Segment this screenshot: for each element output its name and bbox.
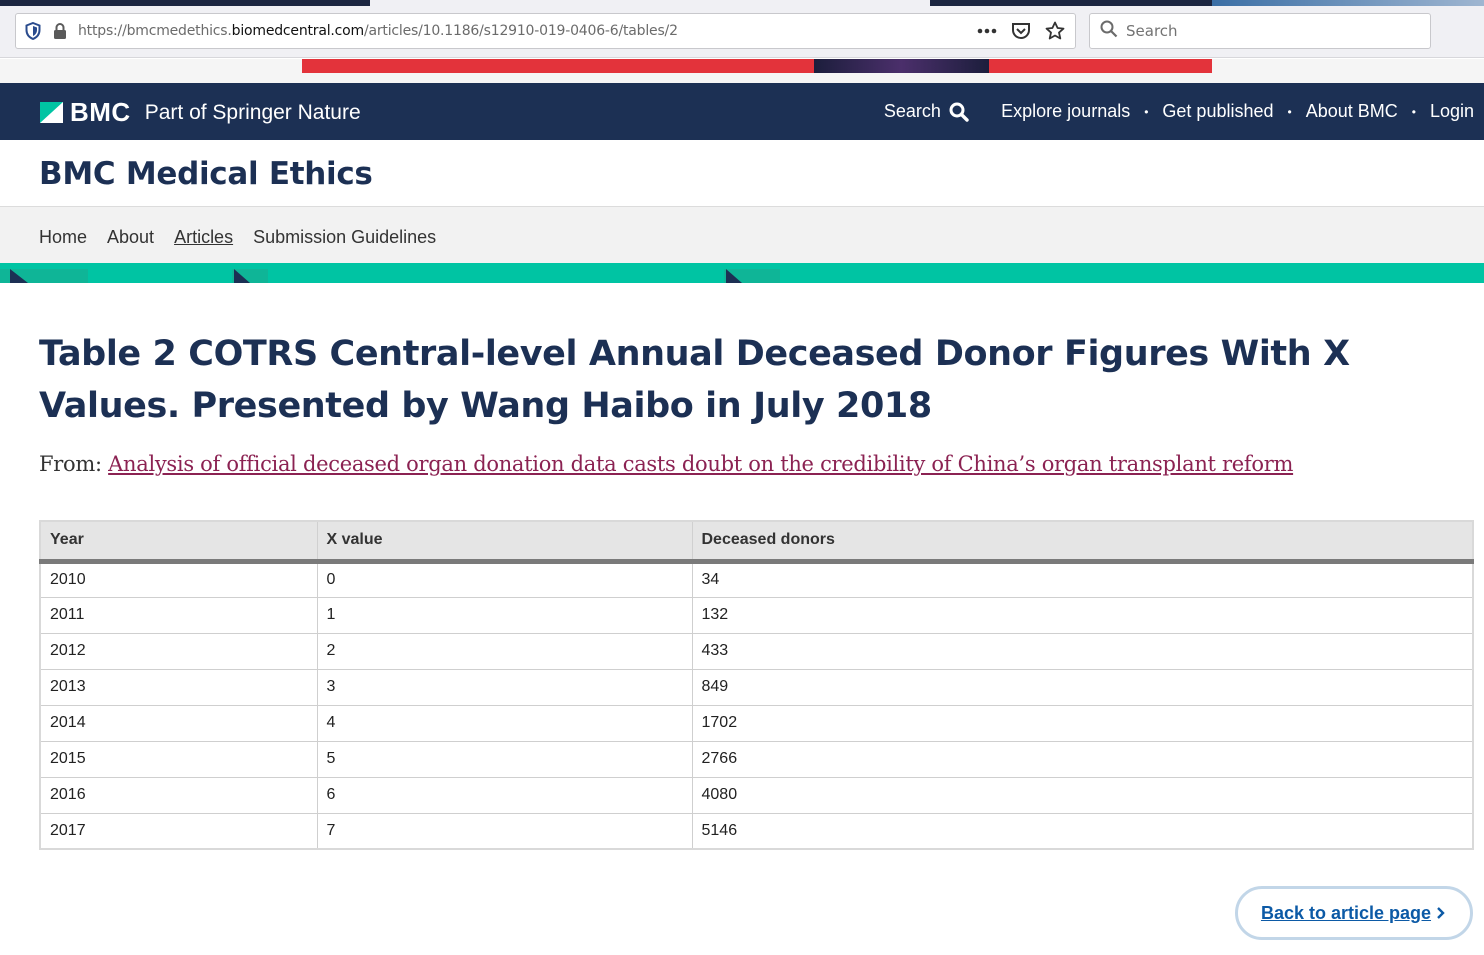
- star-icon[interactable]: [1045, 21, 1065, 41]
- journal-header: BMC Medical Ethics: [0, 140, 1484, 207]
- address-bar[interactable]: https://bmcmedethics.biomedcentral.com/a…: [15, 13, 1076, 49]
- x-value-cell: 4: [317, 705, 693, 742]
- x-value-cell: 1: [317, 597, 693, 634]
- x-value-cell: 7: [317, 813, 693, 850]
- bmc-logo[interactable]: BMC Part of Springer Nature: [40, 97, 361, 128]
- header-search-link[interactable]: Search: [884, 101, 969, 122]
- about-bmc-link[interactable]: About BMC: [1306, 101, 1398, 122]
- source-article: From: Analysis of official deceased orga…: [39, 452, 1293, 476]
- table-header-row: Year X value Deceased donors: [40, 521, 1474, 564]
- year-cell: 2013: [40, 669, 318, 706]
- nav-submission-guidelines[interactable]: Submission Guidelines: [253, 227, 436, 247]
- login-link[interactable]: Login: [1430, 101, 1474, 122]
- year-cell: 2015: [40, 741, 318, 778]
- table-row: 2012 2 433: [40, 633, 1474, 670]
- journal-title[interactable]: BMC Medical Ethics: [39, 156, 373, 192]
- year-cell: 2012: [40, 633, 318, 670]
- year-cell: 2017: [40, 813, 318, 850]
- column-header-x-value: X value: [317, 521, 693, 564]
- nav-separator: •: [1411, 104, 1416, 119]
- x-value-cell: 5: [317, 741, 693, 778]
- x-value-cell: 2: [317, 633, 693, 670]
- browser-toolbar: https://bmcmedethics.biomedcentral.com/a…: [0, 6, 1484, 58]
- more-icon[interactable]: [977, 28, 997, 34]
- donors-cell: 132: [692, 597, 1474, 634]
- donors-cell: 1702: [692, 705, 1474, 742]
- search-icon: [1100, 20, 1118, 43]
- bmc-logo-mark: [40, 102, 63, 123]
- browser-search-box[interactable]: [1089, 13, 1431, 49]
- table-row: 2014 4 1702: [40, 705, 1474, 742]
- year-cell: 2010: [40, 561, 318, 598]
- nav-home[interactable]: Home: [39, 227, 87, 247]
- data-table: Year X value Deceased donors 2010 0 34 201…: [39, 520, 1474, 850]
- from-label: From:: [39, 452, 102, 476]
- year-cell: 2014: [40, 705, 318, 742]
- source-article-link[interactable]: Analysis of official deceased organ dona…: [108, 452, 1293, 476]
- table-row: 2011 1 132: [40, 597, 1474, 634]
- column-header-deceased-donors: Deceased donors: [692, 521, 1474, 564]
- year-cell: 2011: [40, 597, 318, 634]
- column-header-year: Year: [40, 521, 318, 564]
- back-button-label: Back to article page: [1260, 902, 1432, 923]
- year-cell: 2016: [40, 777, 318, 814]
- donors-cell: 4080: [692, 777, 1474, 814]
- ad-zone: [0, 59, 1484, 83]
- x-value-cell: 6: [317, 777, 693, 814]
- url-text[interactable]: https://bmcmedethics.biomedcentral.com/a…: [70, 23, 977, 39]
- table-row: 2010 0 34: [40, 561, 1474, 598]
- nav-about[interactable]: About: [107, 227, 154, 247]
- browser-search-input[interactable]: [1126, 22, 1406, 40]
- table-row: 2013 3 849: [40, 669, 1474, 706]
- donors-cell: 34: [692, 561, 1474, 598]
- brand-subtitle: Part of Springer Nature: [144, 100, 361, 124]
- site-header: BMC Part of Springer Nature Search • Exp…: [0, 83, 1484, 140]
- table-row: 2016 6 4080: [40, 777, 1474, 814]
- advertisement-image: [814, 59, 989, 73]
- pocket-icon[interactable]: [1011, 22, 1031, 40]
- donors-cell: 849: [692, 669, 1474, 706]
- x-value-cell: 0: [317, 561, 693, 598]
- donors-cell: 5146: [692, 813, 1474, 850]
- nav-separator: •: [1287, 104, 1292, 119]
- x-value-cell: 3: [317, 669, 693, 706]
- decorative-band: [0, 263, 1484, 283]
- nav-articles[interactable]: Articles: [174, 227, 233, 247]
- donors-cell: 433: [692, 633, 1474, 670]
- journal-nav: Home About Articles Submission Guideline…: [0, 207, 1484, 263]
- table-row: 2017 7 5146: [40, 813, 1474, 850]
- search-icon: [949, 102, 969, 122]
- nav-separator: •: [1144, 104, 1149, 119]
- donors-cell: 2766: [692, 741, 1474, 778]
- explore-journals-link[interactable]: Explore journals: [1001, 101, 1130, 122]
- chevron-right-icon: [1437, 907, 1445, 919]
- get-published-link[interactable]: Get published: [1162, 101, 1273, 122]
- back-to-article-button[interactable]: Back to article page: [1235, 886, 1473, 940]
- page-title: Table 2 COTRS Central-level Annual Decea…: [39, 334, 1350, 426]
- lock-icon[interactable]: [50, 23, 70, 39]
- header-nav: Search • Explore journals • Get publishe…: [884, 83, 1474, 140]
- shield-icon[interactable]: [16, 22, 50, 40]
- table-row: 2015 5 2766: [40, 741, 1474, 778]
- brand-name: BMC: [70, 97, 131, 127]
- advertisement-banner[interactable]: [302, 59, 1212, 73]
